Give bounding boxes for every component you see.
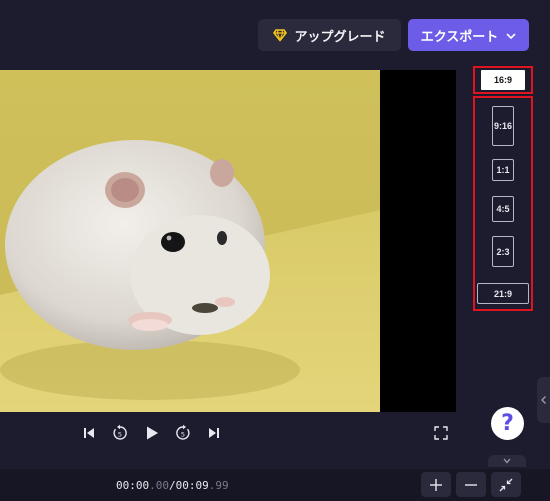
zoom-out-button[interactable] — [456, 472, 486, 497]
svg-text:5: 5 — [118, 431, 122, 439]
fullscreen-icon[interactable] — [432, 424, 450, 442]
chevron-down-icon — [503, 458, 511, 464]
rewind-5-seconds-icon[interactable]: 5 — [111, 424, 129, 442]
shrink-arrows-icon — [499, 478, 513, 491]
svg-text:5: 5 — [181, 431, 185, 439]
upgrade-button[interactable]: アップグレード — [258, 19, 401, 51]
diamond-icon — [273, 28, 288, 42]
plus-icon — [430, 478, 442, 491]
aspect-ratio-2-3-button[interactable]: 2:3 — [492, 236, 514, 267]
total-duration: 00:09 — [175, 479, 209, 492]
playback-time: 00:00.00/00:09.99 — [116, 479, 229, 492]
total-duration-fraction: .99 — [208, 479, 229, 492]
aspect-ratio-selected-box: 16:9 — [473, 66, 533, 94]
hamster-image — [0, 70, 380, 412]
chevron-down-icon — [506, 30, 516, 40]
current-time: 00:00 — [116, 479, 150, 492]
zoom-in-button[interactable] — [421, 472, 451, 497]
top-bar: アップグレード エクスポート — [0, 0, 550, 66]
skip-to-end-icon[interactable] — [205, 424, 223, 442]
time-separator: / — [169, 479, 176, 492]
current-time-fraction: .00 — [149, 479, 169, 492]
export-button[interactable]: エクスポート — [408, 19, 529, 51]
help-button[interactable]: ? — [491, 407, 524, 440]
playback-controls: 5 5 — [0, 418, 456, 448]
video-preview[interactable] — [0, 70, 456, 412]
editor-root: アップグレード エクスポート 16:9 9:16 1:1 4:5 2:3 21:… — [0, 0, 550, 501]
aspect-ratio-16-9-button[interactable]: 16:9 — [481, 70, 525, 90]
aspect-ratio-9-16-button[interactable]: 9:16 — [492, 106, 514, 146]
export-label: エクスポート — [420, 29, 499, 45]
skip-to-start-icon[interactable] — [80, 424, 98, 442]
aspect-ratio-21-9-button[interactable]: 21:9 — [477, 283, 529, 304]
help-label: ? — [501, 411, 514, 436]
fit-timeline-button[interactable] — [491, 472, 521, 497]
play-icon[interactable] — [143, 424, 161, 442]
upgrade-label: アップグレード — [294, 29, 386, 45]
right-panel-toggle[interactable] — [537, 377, 550, 423]
aspect-ratio-4-5-button[interactable]: 4:5 — [492, 196, 514, 222]
aspect-ratio-options-box: 9:16 1:1 4:5 2:3 21:9 — [473, 96, 533, 311]
timeline-collapse-toggle[interactable] — [488, 455, 526, 467]
chevron-left-icon — [540, 396, 546, 404]
forward-5-seconds-icon[interactable]: 5 — [174, 424, 192, 442]
aspect-ratio-1-1-button[interactable]: 1:1 — [492, 159, 514, 181]
minus-icon — [465, 483, 477, 486]
